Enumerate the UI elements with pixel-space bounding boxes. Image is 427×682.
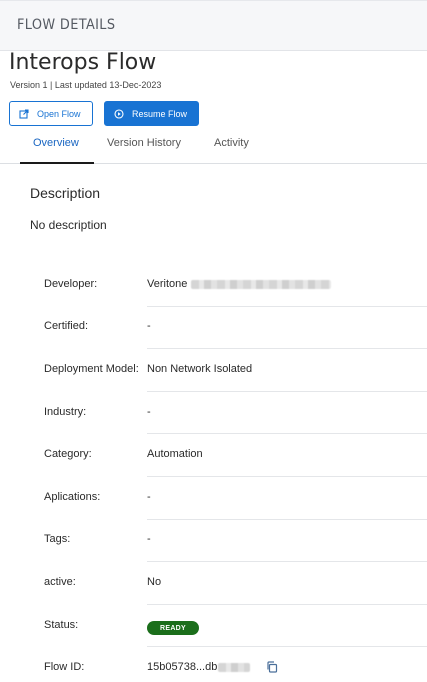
row-divider <box>147 604 427 605</box>
description-heading: Description <box>30 185 101 201</box>
active-value: No <box>147 576 162 588</box>
industry-value: - <box>147 406 151 418</box>
open-flow-label: Open Flow <box>37 108 81 119</box>
status-badge-wrap: READY <box>147 617 200 635</box>
row-divider <box>147 561 427 562</box>
category-value: Automation <box>147 448 203 460</box>
flow-version-meta: Version 1 | Last updated 13-Dec-2023 <box>10 80 162 90</box>
active-label: active: <box>44 576 76 588</box>
tab-activity[interactable]: Activity <box>214 137 249 161</box>
flow-id-value: 15b05738...db <box>147 661 251 673</box>
redacted-text <box>191 279 332 289</box>
external-link-icon <box>19 108 29 119</box>
resume-flow-button[interactable]: Resume Flow <box>104 101 199 126</box>
tab-bar: Overview Version History Activity <box>0 131 427 164</box>
open-flow-button[interactable]: Open Flow <box>9 101 93 126</box>
developer-value: Veritone <box>147 278 332 290</box>
row-divider <box>147 476 427 477</box>
industry-label: Industry: <box>44 406 87 418</box>
applications-label: Aplications: <box>44 491 101 503</box>
tags-label: Tags: <box>44 533 71 545</box>
top-bar: FLOW DETAILS <box>0 0 427 51</box>
certified-label: Certified: <box>44 320 89 332</box>
tab-version-history[interactable]: Version History <box>107 137 181 161</box>
copy-icon[interactable] <box>266 661 278 673</box>
row-divider <box>147 646 427 647</box>
flow-id-label: Flow ID: <box>44 661 85 673</box>
row-divider <box>147 348 427 349</box>
panel-title: FLOW DETAILS <box>17 17 116 33</box>
deployment-model-value: Non Network Isolated <box>147 363 253 375</box>
developer-label: Developer: <box>44 278 98 290</box>
redacted-text <box>218 662 251 672</box>
row-divider <box>147 519 427 520</box>
tab-overview[interactable]: Overview <box>33 137 79 161</box>
row-divider <box>147 391 427 392</box>
applications-value: - <box>147 491 151 503</box>
tags-value: - <box>147 533 151 545</box>
description-text: No description <box>30 218 107 232</box>
deployment-model-label: Deployment Model: <box>44 363 139 375</box>
play-circle-icon <box>114 108 124 119</box>
row-divider <box>147 306 427 307</box>
status-label: Status: <box>44 619 79 631</box>
developer-name: Veritone <box>147 278 188 290</box>
flow-id-text: 15b05738...db <box>147 661 218 673</box>
active-tab-indicator <box>20 162 94 164</box>
category-label: Category: <box>44 448 92 460</box>
status-badge: READY <box>147 621 200 635</box>
resume-flow-label: Resume Flow <box>132 108 188 119</box>
flow-name: Interops Flow <box>9 50 157 75</box>
certified-value: - <box>147 320 151 332</box>
row-divider <box>147 433 427 434</box>
